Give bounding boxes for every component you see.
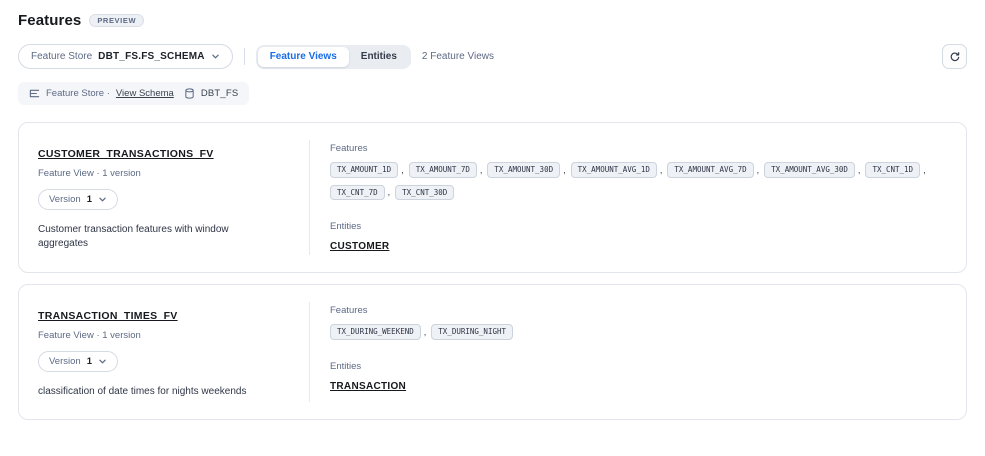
- feature-view-description: classification of date times for nights …: [38, 385, 273, 399]
- version-select[interactable]: Version 1: [38, 189, 118, 210]
- feature-view-card-customer-transactions: CUSTOMER_TRANSACTIONS_FV Feature View · …: [18, 122, 967, 273]
- database-icon: [184, 88, 195, 99]
- chevron-down-icon: [98, 195, 107, 204]
- tab-entities[interactable]: Entities: [349, 47, 409, 67]
- refresh-button[interactable]: [942, 44, 967, 69]
- feature-chip: TX_CNT_30D: [395, 185, 454, 201]
- feature-chip-item: TX_CNT_1D,: [865, 162, 930, 178]
- card-summary: CUSTOMER_TRANSACTIONS_FV Feature View · …: [19, 123, 309, 272]
- breadcrumb: Feature Store · View Schema DBT_FS: [18, 82, 249, 105]
- preview-badge: PREVIEW: [89, 14, 144, 28]
- features-page: Features PREVIEW Feature Store DBT_FS.FS…: [0, 0, 985, 432]
- feature-chip: TX_AMOUNT_7D: [409, 162, 477, 178]
- feature-chip-item: TX_AMOUNT_AVG_1D,: [571, 162, 668, 178]
- feature-views-count: 2 Feature Views: [422, 51, 494, 62]
- feature-chip: TX_AMOUNT_AVG_1D: [571, 162, 657, 178]
- chip-separator: ,: [424, 327, 427, 337]
- entities-section: Entities TRANSACTION: [330, 361, 946, 392]
- feature-store-select[interactable]: Feature Store DBT_FS.FS_SCHEMA: [18, 44, 233, 69]
- feature-chip: TX_AMOUNT_AVG_7D: [667, 162, 753, 178]
- feature-chip: TX_CNT_7D: [330, 185, 385, 201]
- schema-icon: [29, 88, 40, 99]
- page-header: Features PREVIEW: [18, 12, 967, 29]
- chip-separator: ,: [757, 165, 760, 175]
- toolbar-divider: [244, 48, 245, 65]
- feature-view-title-link[interactable]: CUSTOMER_TRANSACTIONS_FV: [38, 148, 214, 160]
- entities-section-label: Entities: [330, 221, 946, 232]
- chip-separator: ,: [660, 165, 663, 175]
- version-label: Version: [49, 194, 81, 205]
- feature-chip-list: TX_DURING_WEEKEND,TX_DURING_NIGHT,: [330, 324, 946, 340]
- features-section-label: Features: [330, 305, 946, 316]
- card-details: Features TX_DURING_WEEKEND,TX_DURING_NIG…: [310, 285, 966, 419]
- feature-chip-list: TX_AMOUNT_1D,TX_AMOUNT_7D,TX_AMOUNT_30D,…: [330, 162, 946, 200]
- chip-separator: ,: [388, 187, 391, 197]
- entities-section-label: Entities: [330, 361, 946, 372]
- feature-chip: TX_DURING_WEEKEND: [330, 324, 421, 340]
- features-section-label: Features: [330, 143, 946, 154]
- database-name: DBT_FS: [201, 88, 239, 99]
- breadcrumb-prefix: Feature Store ·: [46, 88, 110, 99]
- feature-chip: TX_AMOUNT_AVG_30D: [764, 162, 855, 178]
- feature-chip-item: TX_AMOUNT_AVG_7D,: [667, 162, 764, 178]
- toolbar: Feature Store DBT_FS.FS_SCHEMA Feature V…: [18, 44, 967, 69]
- chip-separator: ,: [923, 165, 926, 175]
- feature-view-subtitle: Feature View · 1 version: [38, 330, 289, 341]
- entities-section: Entities CUSTOMER: [330, 221, 946, 252]
- feature-chip-item: TX_DURING_WEEKEND,: [330, 324, 431, 340]
- feature-chip: TX_AMOUNT_30D: [487, 162, 560, 178]
- entity-link-list: CUSTOMER: [330, 241, 946, 252]
- entity-link-list: TRANSACTION: [330, 381, 946, 392]
- feature-view-title-link[interactable]: TRANSACTION_TIMES_FV: [38, 310, 178, 322]
- chip-separator: ,: [563, 165, 566, 175]
- view-tabs: Feature Views Entities: [256, 45, 411, 69]
- feature-chip-item: TX_CNT_30D,: [395, 185, 454, 201]
- feature-view-card-transaction-times: TRANSACTION_TIMES_FV Feature View · 1 ve…: [18, 284, 967, 420]
- card-details: Features TX_AMOUNT_1D,TX_AMOUNT_7D,TX_AM…: [310, 123, 966, 272]
- feature-chip: TX_DURING_NIGHT: [431, 324, 513, 340]
- entity-link[interactable]: TRANSACTION: [330, 381, 406, 392]
- feature-view-description: Customer transaction features with windo…: [38, 223, 273, 250]
- feature-chip: TX_CNT_1D: [865, 162, 920, 178]
- refresh-icon: [949, 51, 961, 63]
- feature-chip-item: TX_AMOUNT_AVG_30D,: [764, 162, 865, 178]
- chip-separator: ,: [480, 165, 483, 175]
- feature-store-label: Feature Store: [31, 51, 92, 62]
- chevron-down-icon: [211, 52, 220, 61]
- feature-chip-item: TX_AMOUNT_7D,: [409, 162, 488, 178]
- feature-chip-item: TX_CNT_7D,: [330, 185, 395, 201]
- feature-chip: TX_AMOUNT_1D: [330, 162, 398, 178]
- version-value: 1: [87, 194, 92, 205]
- feature-chip-item: TX_AMOUNT_30D,: [487, 162, 570, 178]
- feature-view-list: CUSTOMER_TRANSACTIONS_FV Feature View · …: [18, 122, 967, 420]
- entity-link[interactable]: CUSTOMER: [330, 241, 389, 252]
- feature-chip-item: TX_AMOUNT_1D,: [330, 162, 409, 178]
- tab-feature-views[interactable]: Feature Views: [258, 47, 349, 67]
- chip-separator: ,: [401, 165, 404, 175]
- feature-view-subtitle: Feature View · 1 version: [38, 168, 289, 179]
- version-select[interactable]: Version 1: [38, 351, 118, 372]
- feature-store-value: DBT_FS.FS_SCHEMA: [98, 51, 205, 62]
- version-value: 1: [87, 356, 92, 367]
- chevron-down-icon: [98, 357, 107, 366]
- view-schema-link[interactable]: View Schema: [116, 88, 174, 99]
- version-label: Version: [49, 356, 81, 367]
- feature-chip-item: TX_DURING_NIGHT,: [431, 324, 513, 340]
- card-summary: TRANSACTION_TIMES_FV Feature View · 1 ve…: [19, 285, 309, 419]
- chip-separator: ,: [858, 165, 861, 175]
- page-title: Features: [18, 12, 81, 29]
